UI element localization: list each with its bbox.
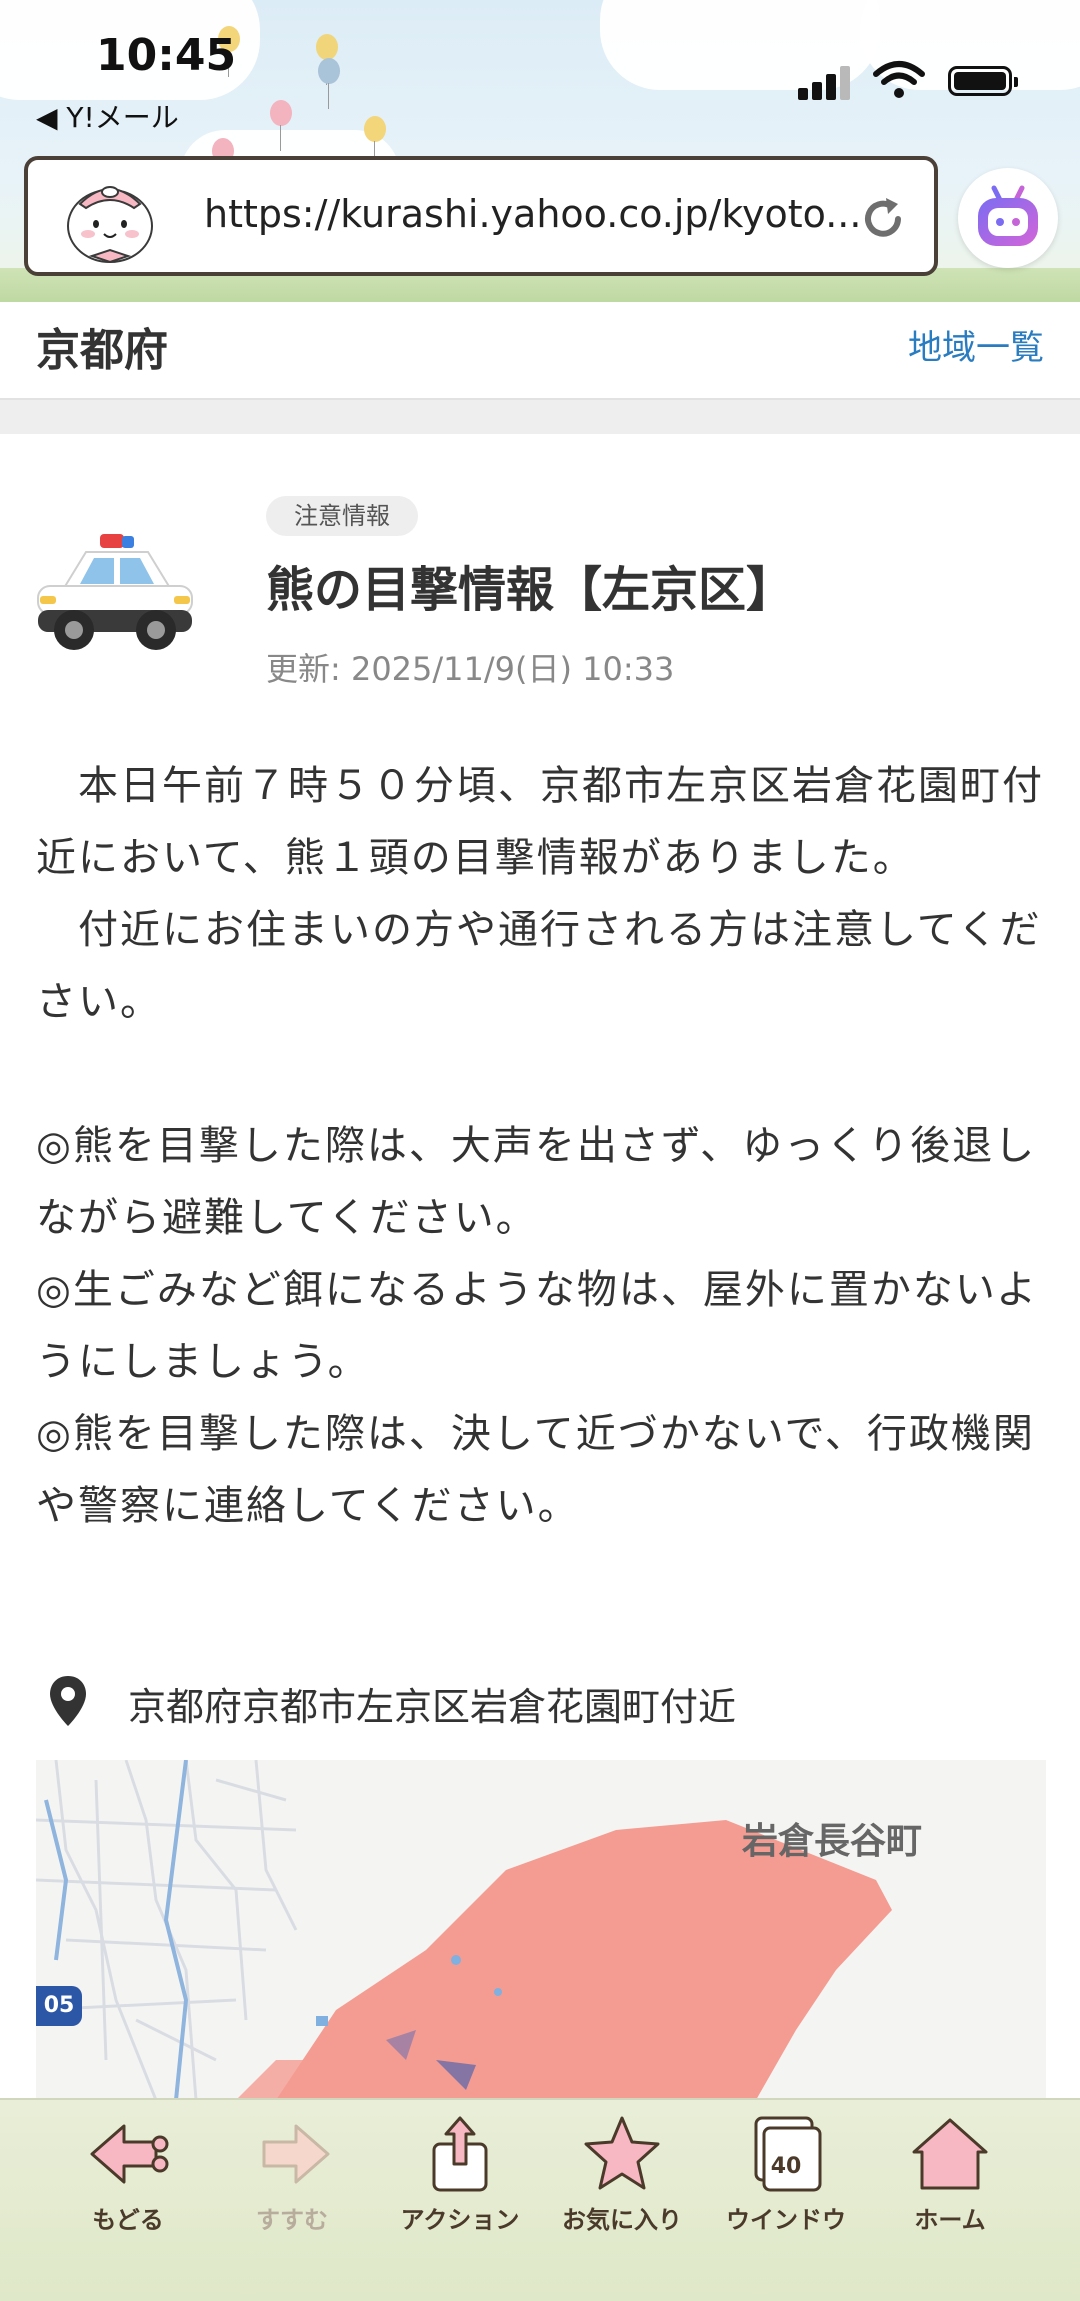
ai-assistant-icon — [978, 185, 1038, 246]
signal-bar — [798, 88, 808, 100]
location-text: 京都府京都市左京区岩倉花園町付近 — [128, 1685, 737, 1729]
share-icon — [432, 2116, 488, 2192]
battery-icon — [948, 66, 1018, 96]
article-title: 熊の目撃情報【左京区】 — [266, 562, 795, 618]
back-arrow-icon — [90, 2124, 169, 2184]
forward-arrow-icon — [262, 2124, 330, 2184]
reload-icon[interactable] — [858, 194, 908, 244]
bottom-toolbar: もどる すすむ アクション お気に入り 40 ウインドウ ホーム — [0, 2098, 1080, 2301]
article-body: 本日午前７時５０分頃、京都市左京区岩倉花園町付近において、熊１頭の目撃情報があり… — [36, 763, 1044, 1529]
mascot-avatar-icon — [67, 186, 153, 264]
home-icon — [912, 2118, 988, 2190]
favorites-label: お気に入り — [562, 2206, 682, 2234]
balloon-icon — [316, 34, 338, 85]
status-icons — [798, 60, 1028, 100]
action-label: アクション — [400, 2206, 520, 2234]
back-button[interactable]: もどる — [58, 2114, 198, 2264]
signal-bar — [826, 74, 836, 100]
region-name: 京都府 — [36, 325, 168, 376]
section-divider — [0, 400, 1080, 434]
favorites-button[interactable]: お気に入り — [552, 2114, 692, 2264]
police-car-icon — [37, 534, 193, 650]
address-bar[interactable]: https://kurashi.yahoo.co.jp/kyoto... — [24, 156, 938, 276]
status-time: 10:45 — [96, 30, 237, 81]
updated-timestamp: 更新: 2025/11/9(日) 10:33 — [266, 650, 675, 688]
windows-button[interactable]: 40 ウインドウ — [716, 2114, 856, 2264]
balloon-icon — [270, 100, 292, 151]
region-header: 京都府 地域一覧 — [0, 302, 1080, 400]
map-area-label: 岩倉長谷町 — [742, 1821, 923, 1862]
back-to-app-link[interactable]: ◀ Y!メール — [36, 96, 179, 136]
location-map[interactable]: 岩倉長谷町 05 — [36, 1760, 1046, 2100]
category-badge: 注意情報 — [266, 496, 418, 536]
forward-button[interactable]: すすむ — [222, 2114, 362, 2264]
ai-assistant-button[interactable] — [958, 168, 1058, 268]
signal-bar — [812, 82, 822, 100]
map-graphic — [36, 1760, 892, 2100]
location-row: 京都府京都市左京区岩倉花園町付近 — [36, 1670, 1036, 1732]
region-list-link[interactable]: 地域一覧 — [908, 320, 1044, 369]
wifi-icon — [873, 61, 925, 98]
url-text[interactable]: https://kurashi.yahoo.co.jp/kyoto... — [204, 192, 864, 236]
location-pin-icon — [50, 1676, 86, 1726]
home-button[interactable]: ホーム — [880, 2114, 1020, 2264]
action-button[interactable]: アクション — [390, 2114, 530, 2264]
star-icon — [584, 2116, 660, 2190]
balloon-icon — [364, 116, 386, 167]
window-count: 40 — [770, 2154, 802, 2179]
back-label: もどる — [92, 2206, 164, 2234]
route-number-badge: 05 — [36, 1986, 82, 2026]
signal-bar — [840, 66, 850, 100]
home-label: ホーム — [914, 2206, 986, 2234]
windows-label: ウインドウ — [726, 2206, 846, 2234]
forward-label: すすむ — [256, 2206, 328, 2234]
balloon-icon — [318, 58, 340, 109]
